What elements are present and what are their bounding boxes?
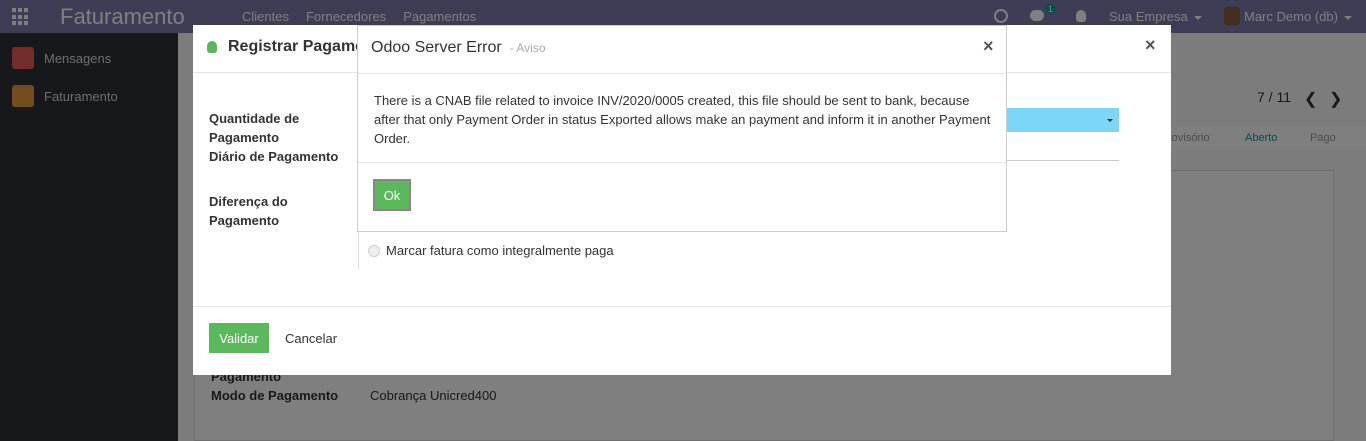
divider xyxy=(358,73,1006,74)
validate-button[interactable]: Validar xyxy=(209,323,269,353)
label-payment-journal: Diário de Pagamento xyxy=(209,149,339,164)
error-dialog-title: Odoo Server Error - Aviso xyxy=(371,39,546,57)
close-icon[interactable]: × xyxy=(1145,35,1156,56)
server-error-dialog: Odoo Server Error - Aviso × There is a CN… xyxy=(357,25,1007,232)
cancel-button[interactable]: Cancelar xyxy=(277,323,345,353)
error-message: There is a CNAB file related to invoice … xyxy=(374,93,991,146)
error-title-text: Odoo Server Error xyxy=(371,39,502,56)
label-payment-difference: Diferença do Pagamento xyxy=(209,194,288,228)
label-payment-amount: Quantidade de Pagamento xyxy=(209,111,300,145)
amount-input-underline[interactable] xyxy=(1005,160,1119,161)
radio-button[interactable] xyxy=(368,244,380,257)
close-icon[interactable]: × xyxy=(983,36,994,57)
journal-select[interactable] xyxy=(1005,108,1119,132)
divider xyxy=(193,306,1171,307)
divider xyxy=(358,162,1006,163)
radio-label: Marcar fatura como integralmente paga xyxy=(386,243,614,258)
error-subtitle: - Aviso xyxy=(509,41,546,55)
mark-fully-paid-option[interactable]: Marcar fatura como integralmente paga xyxy=(368,243,614,258)
debug-icon[interactable] xyxy=(207,41,217,53)
ok-button[interactable]: Ok xyxy=(373,179,411,211)
chevron-down-icon xyxy=(1107,119,1113,122)
